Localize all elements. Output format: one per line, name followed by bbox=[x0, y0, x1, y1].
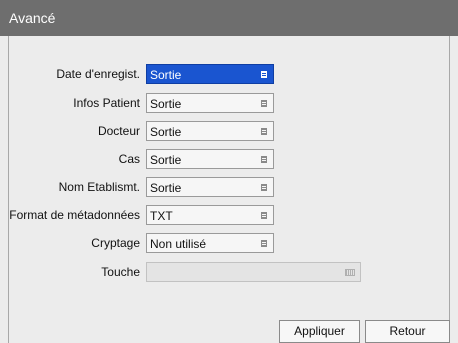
date-select[interactable]: Sortie bbox=[146, 64, 274, 84]
list-icon bbox=[261, 156, 267, 163]
list-icon bbox=[261, 128, 267, 135]
facility-name-label: Nom Etablismt. bbox=[58, 180, 140, 194]
keyboard-icon bbox=[345, 269, 355, 276]
list-icon bbox=[261, 184, 267, 191]
title-bar: Avancé bbox=[0, 0, 458, 36]
facility-name-select-value: Sortie bbox=[150, 181, 182, 195]
doctor-label: Docteur bbox=[97, 124, 140, 138]
key-label: Touche bbox=[101, 265, 140, 279]
list-icon bbox=[261, 212, 267, 219]
case-label: Cas bbox=[118, 152, 140, 166]
dialog-title: Avancé bbox=[9, 10, 56, 26]
back-button[interactable]: Retour bbox=[365, 320, 450, 343]
patient-info-label: Infos Patient bbox=[73, 96, 140, 110]
encryption-select-value: Non utilisé bbox=[150, 237, 207, 251]
patient-info-select-value: Sortie bbox=[150, 97, 182, 111]
key-input bbox=[146, 262, 361, 282]
date-label: Date d'enregist. bbox=[56, 67, 140, 81]
apply-button[interactable]: Appliquer bbox=[279, 320, 360, 343]
list-icon bbox=[261, 71, 267, 78]
metadata-format-select[interactable]: TXT bbox=[146, 205, 274, 225]
doctor-select[interactable]: Sortie bbox=[146, 121, 274, 141]
metadata-format-select-value: TXT bbox=[150, 209, 173, 223]
list-icon bbox=[261, 240, 267, 247]
case-select-value: Sortie bbox=[150, 153, 182, 167]
advanced-dialog: Avancé Date d'enregist. Sortie Infos Pat… bbox=[0, 0, 458, 343]
list-icon bbox=[261, 100, 267, 107]
metadata-format-label: Format de métadonnées bbox=[9, 208, 140, 222]
encryption-label: Cryptage bbox=[91, 236, 140, 250]
case-select[interactable]: Sortie bbox=[146, 149, 274, 169]
doctor-select-value: Sortie bbox=[150, 125, 182, 139]
patient-info-select[interactable]: Sortie bbox=[146, 93, 274, 113]
date-select-value: Sortie bbox=[150, 68, 182, 82]
facility-name-select[interactable]: Sortie bbox=[146, 177, 274, 197]
encryption-select[interactable]: Non utilisé bbox=[146, 233, 274, 253]
